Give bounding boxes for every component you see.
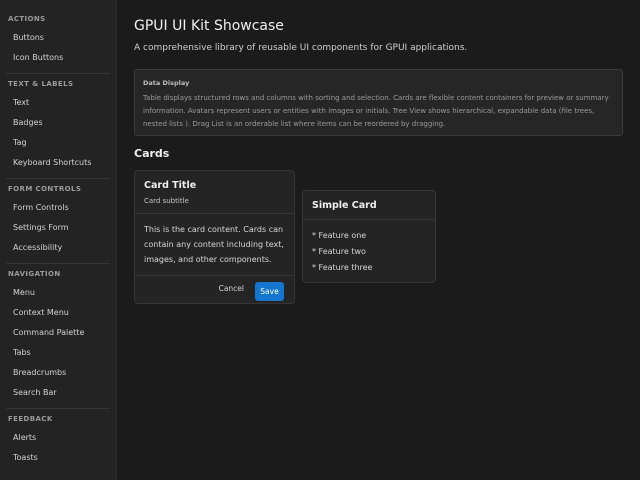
section-title-navigation: NAVIGATION (8, 270, 61, 278)
save-button[interactable]: Save (255, 282, 284, 301)
sidebar-item-toasts[interactable]: Toasts (0, 448, 116, 468)
sidebar-item-tabs[interactable]: Tabs (0, 343, 116, 363)
feature-item: * Feature three (312, 263, 373, 272)
page-description: A comprehensive library of reusable UI c… (134, 43, 468, 53)
sidebar-item-settings-form[interactable]: Settings Form (0, 218, 116, 238)
sidebar-item-text[interactable]: Text (0, 93, 116, 113)
section-title-form-controls: FORM CONTROLS (8, 185, 82, 193)
sidebar-item-keyboard-shortcuts[interactable]: Keyboard Shortcuts (0, 153, 116, 173)
card-footer: Cancel Save (135, 275, 294, 303)
sidebar-item-command-palette[interactable]: Command Palette (0, 323, 116, 343)
sidebar-item-buttons[interactable]: Buttons (0, 28, 116, 48)
section-title-actions: ACTIONS (8, 15, 46, 23)
section-heading-cards: Cards (134, 147, 170, 160)
card-with-actions: Card Title Card subtitle This is the car… (134, 170, 295, 304)
section-title-feedback: FEEDBACK (8, 415, 53, 423)
simple-card: Simple Card * Feature one * Feature two … (302, 190, 436, 283)
sidebar-item-icon-buttons[interactable]: Icon Buttons (0, 48, 116, 68)
info-panel: Data Display Table displays structured r… (134, 69, 623, 136)
card-header: Simple Card (303, 191, 435, 220)
card-content: This is the card content. Cards can cont… (144, 225, 284, 264)
section-title-text-labels: TEXT & LABELS (8, 80, 74, 88)
card-title: Simple Card (312, 200, 377, 211)
card-content: * Feature one * Feature two * Feature th… (303, 220, 435, 282)
sidebar-item-badges[interactable]: Badges (0, 113, 116, 133)
main-content: GPUI UI Kit Showcase A comprehensive lib… (117, 0, 640, 480)
page-title: GPUI UI Kit Showcase (134, 18, 284, 34)
sidebar-item-tag[interactable]: Tag (0, 133, 116, 153)
sidebar-item-accessibility[interactable]: Accessibility (0, 238, 116, 258)
card-title: Card Title (144, 180, 197, 191)
cancel-button[interactable]: Cancel (219, 284, 244, 293)
sidebar-item-context-menu[interactable]: Context Menu (0, 303, 116, 323)
sidebar-item-search-bar[interactable]: Search Bar (0, 383, 116, 403)
card-subtitle: Card subtitle (144, 197, 189, 205)
card-header: Card Title Card subtitle (135, 171, 294, 214)
sidebar-item-alerts[interactable]: Alerts (0, 428, 116, 448)
sidebar: ACTIONS Buttons Icon Buttons TEXT & LABE… (0, 0, 117, 480)
info-panel-body: Table displays structured rows and colum… (143, 94, 609, 128)
info-panel-title: Data Display (143, 79, 190, 87)
sidebar-item-breadcrumbs[interactable]: Breadcrumbs (0, 363, 116, 383)
feature-item: * Feature one (312, 231, 367, 240)
feature-item: * Feature two (312, 247, 366, 256)
sidebar-item-menu[interactable]: Menu (0, 283, 116, 303)
sidebar-item-form-controls[interactable]: Form Controls (0, 198, 116, 218)
